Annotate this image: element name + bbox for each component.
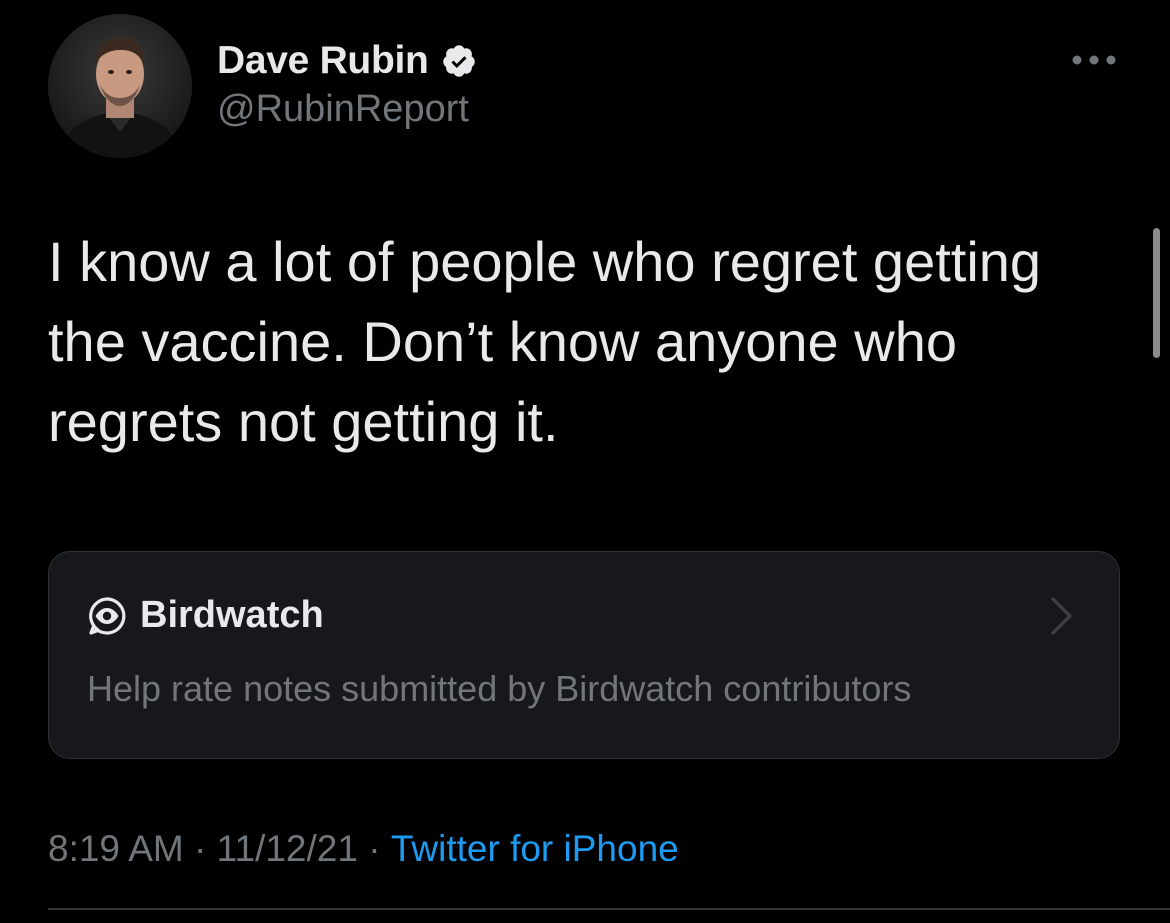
tweet-source-link[interactable]: Twitter for iPhone <box>391 828 679 870</box>
tweet-date[interactable]: 11/12/21 <box>217 828 358 870</box>
chevron-right-icon <box>1051 597 1072 635</box>
avatar[interactable] <box>48 14 192 158</box>
birdwatch-card[interactable]: Birdwatch Help rate notes submitted by B… <box>48 551 1120 759</box>
author-handle[interactable]: @RubinReport <box>217 88 469 131</box>
display-name[interactable]: Dave Rubin <box>217 39 429 83</box>
tweet-time[interactable]: 8:19 AM <box>48 828 184 870</box>
birdwatch-eye-icon <box>89 596 126 635</box>
tweet-meta: 8:19 AM · 11/12/21 · Twitter for iPhone <box>48 828 679 870</box>
birdwatch-description: Help rate notes submitted by Birdwatch c… <box>87 668 912 709</box>
scrollbar[interactable] <box>1153 228 1160 358</box>
tweet-text: I know a lot of people who regret gettin… <box>48 230 1042 453</box>
birdwatch-title-row: Birdwatch <box>87 594 324 637</box>
more-dots-icon <box>1072 55 1116 65</box>
more-options-button[interactable] <box>1068 44 1120 76</box>
verified-badge-icon <box>442 45 475 77</box>
divider <box>48 908 1170 910</box>
avatar-photo <box>48 14 192 158</box>
birdwatch-title: Birdwatch <box>140 594 324 636</box>
author-name-row[interactable]: Dave Rubin <box>217 38 477 84</box>
meta-separator: · <box>357 828 391 869</box>
meta-separator: · <box>183 828 217 869</box>
